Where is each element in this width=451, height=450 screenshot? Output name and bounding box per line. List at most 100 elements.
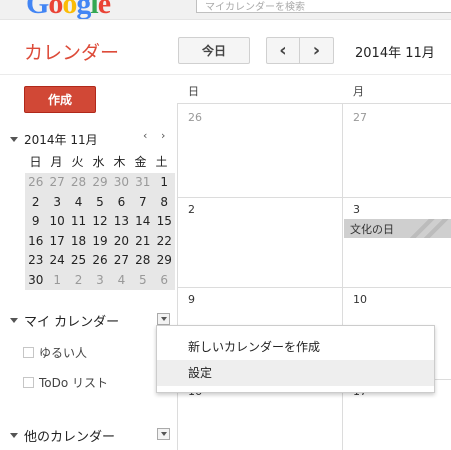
dropdown-arrow-icon (160, 317, 167, 321)
mini-calendar-day[interactable]: 19 (89, 232, 110, 252)
chevron-left-icon: ‹ (279, 40, 287, 61)
calendar-checkbox[interactable] (23, 347, 34, 358)
mini-weekday: 水 (92, 155, 105, 169)
day-number[interactable]: 10 (353, 293, 367, 306)
create-event-button[interactable]: 作成 (24, 86, 96, 113)
mini-calendar-day[interactable]: 3 (46, 193, 67, 213)
grid-line (177, 103, 451, 104)
mini-calendar-day[interactable]: 24 (46, 251, 67, 271)
grid-line (177, 197, 451, 198)
other-calendars-label: 他のカレンダー (24, 430, 116, 445)
search-input[interactable]: マイカレンダーを検索 (196, 0, 451, 13)
mini-calendar-day[interactable]: 1 (46, 271, 67, 291)
mini-calendar-day[interactable]: 13 (111, 212, 132, 232)
calendar-item-label: ゆるい人 (39, 346, 88, 360)
grid-line (342, 103, 343, 450)
logo-letter: g (76, 0, 91, 20)
mini-calendar-day[interactable]: 21 (132, 232, 153, 252)
mini-calendar-day[interactable]: 28 (68, 173, 89, 193)
mini-calendar-day[interactable]: 2 (68, 271, 89, 291)
mini-calendar-day[interactable]: 7 (132, 193, 153, 213)
logo-letter: e (97, 0, 111, 20)
mini-weekday: 土 (155, 155, 168, 169)
chevron-right-icon: › (312, 40, 321, 61)
mini-calendar-weekdays: 日月火水木金土 (25, 153, 175, 170)
mini-calendar-day[interactable]: 5 (132, 271, 153, 291)
day-number[interactable]: 3 (353, 203, 360, 216)
mini-calendar-day[interactable]: 26 (89, 251, 110, 271)
mini-calendar-day[interactable]: 10 (46, 212, 67, 232)
mini-calendar-day[interactable]: 30 (111, 173, 132, 193)
mini-calendar-day[interactable]: 9 (25, 212, 46, 232)
day-number[interactable]: 9 (188, 293, 195, 306)
mini-calendar-day[interactable]: 17 (46, 232, 67, 252)
date-range-label: 2014年 11月 (355, 46, 435, 61)
logo-letter: l (90, 0, 98, 20)
mini-calendar-header[interactable]: 2014年 11月 (10, 131, 98, 148)
mini-calendar-day[interactable]: 20 (111, 232, 132, 252)
mini-calendar-day[interactable]: 27 (46, 173, 67, 193)
mini-weekday: 月 (50, 155, 63, 169)
mini-prev-month-icon[interactable]: ‹ (143, 129, 147, 142)
mini-calendar-day[interactable]: 3 (89, 271, 110, 291)
mini-calendar-day[interactable]: 14 (132, 212, 153, 232)
mini-calendar-day[interactable]: 15 (154, 212, 175, 232)
mini-calendar-day[interactable]: 30 (25, 271, 46, 291)
mini-weekday: 木 (113, 155, 126, 169)
calendar-item-label: ToDo リスト (39, 376, 109, 390)
mini-calendar-day[interactable]: 26 (25, 173, 46, 193)
menu-item-settings[interactable]: 設定 (157, 360, 434, 386)
mini-calendar-day[interactable]: 31 (132, 173, 153, 193)
my-calendars-label: マイ カレンダー (24, 315, 120, 330)
mini-calendar-day[interactable]: 16 (25, 232, 46, 252)
mini-calendar-day[interactable]: 2 (25, 193, 46, 213)
mini-calendar-day[interactable]: 5 (89, 193, 110, 213)
my-calendars-header[interactable]: マイ カレンダー (10, 311, 119, 330)
weekday-header: 月 (353, 85, 364, 98)
app-title: カレンダー (24, 42, 120, 64)
mini-calendar-day[interactable]: 22 (154, 232, 175, 252)
day-number[interactable]: 27 (353, 111, 367, 124)
collapse-triangle-icon (10, 433, 18, 438)
mini-calendar-day[interactable]: 1 (154, 173, 175, 193)
calendar-checkbox[interactable] (23, 377, 34, 388)
mini-calendar-day[interactable]: 12 (89, 212, 110, 232)
holiday-event-chip[interactable]: 文化の日 (344, 219, 451, 238)
other-calendars-header[interactable]: 他のカレンダー (10, 426, 115, 445)
my-calendars-menu-button[interactable] (157, 313, 170, 325)
mini-calendar-day[interactable]: 11 (68, 212, 89, 232)
mini-calendar-day[interactable]: 29 (154, 251, 175, 271)
other-calendars-menu-button[interactable] (157, 428, 170, 440)
calendar-item[interactable]: ToDo リスト (23, 374, 108, 391)
day-number[interactable]: 2 (188, 203, 195, 216)
logo-letter: o (48, 0, 63, 20)
mini-calendar-day[interactable]: 6 (111, 193, 132, 213)
mini-calendar-day[interactable]: 29 (89, 173, 110, 193)
mini-calendar-month: 2014年 11月 (24, 133, 98, 147)
mini-calendar-day[interactable]: 28 (132, 251, 153, 271)
mini-calendar-day[interactable]: 4 (111, 271, 132, 291)
mini-weekday: 日 (29, 155, 42, 169)
calendar-item[interactable]: ゆるい人 (23, 344, 87, 361)
weekday-header: 日 (188, 85, 199, 98)
mini-calendar-day[interactable]: 25 (68, 251, 89, 271)
collapse-triangle-icon (10, 137, 18, 142)
header-divider (0, 74, 451, 75)
mini-calendar-day[interactable]: 18 (68, 232, 89, 252)
logo-letter: o (62, 0, 77, 20)
mini-calendar-day[interactable]: 27 (111, 251, 132, 271)
dropdown-arrow-icon (160, 432, 167, 436)
day-number[interactable]: 26 (188, 111, 202, 124)
mini-calendar-day[interactable]: 8 (154, 193, 175, 213)
logo-letter: G (26, 0, 49, 20)
prev-period-button[interactable]: ‹ (266, 37, 300, 64)
mini-next-month-icon[interactable]: › (161, 129, 165, 142)
next-period-button[interactable]: › (299, 37, 334, 64)
mini-calendar-day[interactable]: 23 (25, 251, 46, 271)
mini-calendar-day[interactable]: 4 (68, 193, 89, 213)
menu-item-create-calendar[interactable]: 新しいカレンダーを作成 (157, 334, 434, 360)
today-button[interactable]: 今日 (178, 37, 250, 64)
google-logo[interactable]: Google (26, 0, 111, 20)
grid-line (177, 287, 451, 288)
mini-calendar-day[interactable]: 6 (154, 271, 175, 291)
